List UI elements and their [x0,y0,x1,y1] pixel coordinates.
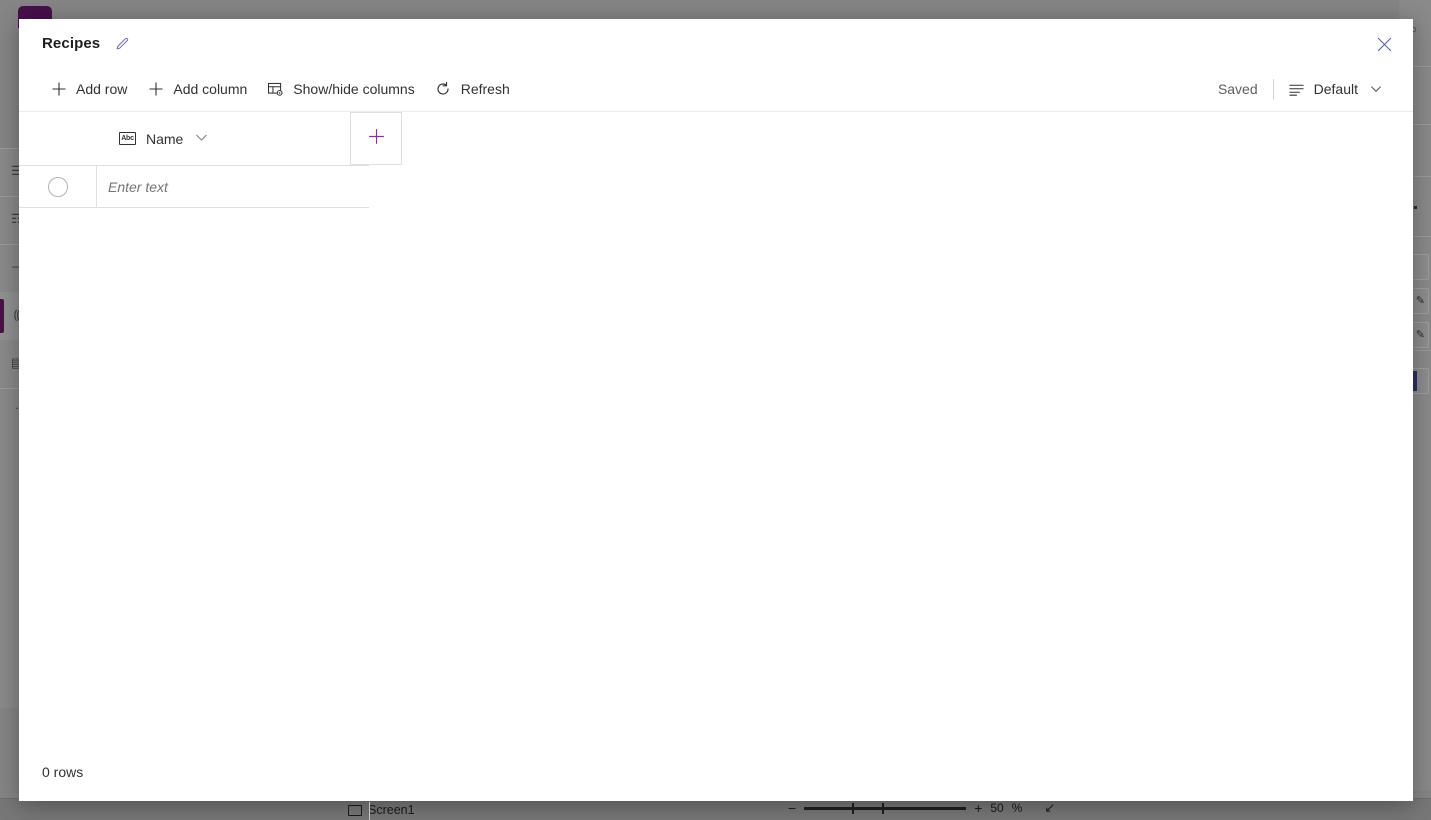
pencil-icon[interactable]: ✎ [1416,330,1425,341]
add-column-label: Add column [173,81,248,97]
dialog-toolbar: Add row Add column Show/hide columns Ref… [19,67,1413,112]
pencil-icon[interactable] [114,34,132,52]
cell-name[interactable] [96,166,369,207]
row-select-circle-icon [47,176,68,197]
refresh-icon [435,81,452,98]
plus-icon [367,127,386,151]
add-row-label: Add row [76,81,128,97]
zoom-value: 50 [990,801,1004,815]
zoom-slider-thumb[interactable] [852,802,855,814]
zoom-controls: − + 50 % ↙ [788,800,1055,816]
saved-status: Saved [1217,81,1258,97]
view-label: Default [1313,81,1358,97]
dialog-footer: 0 rows [19,743,1413,801]
fit-to-screen-icon[interactable]: ↙ [1044,800,1055,816]
dialog-header: Recipes [19,19,1413,67]
add-column-button[interactable]: Add column [137,72,257,106]
background-status-bar [0,798,1431,820]
grid-new-row [19,165,369,208]
zoom-slider[interactable] [804,802,967,814]
grid-header-spacer [19,112,96,165]
grid-column-resize-handle[interactable] [369,802,370,820]
grid-header-row: Abc Name [19,112,1413,165]
plus-icon [147,81,164,98]
column-header-label: Name [146,130,184,147]
zoom-unit: % [1011,801,1023,815]
add-column-grid-button[interactable] [350,112,402,165]
zoom-slider-mark [882,802,885,814]
screen-selector[interactable]: Screen1 [348,803,415,817]
data-grid: Abc Name Enter text 0 rows [19,112,1413,820]
chevron-down-icon[interactable] [195,131,208,147]
table-settings-icon [267,81,284,98]
close-icon[interactable] [1369,30,1399,58]
row-selector[interactable] [19,166,96,207]
name-input[interactable] [108,178,369,195]
show-hide-columns-label: Show/hide columns [293,81,415,97]
column-header-name[interactable]: Abc Name [96,112,350,165]
toolbar-right-group: Saved Default [1218,72,1393,106]
list-lines-icon [1288,81,1305,98]
refresh-button[interactable]: Refresh [425,72,520,106]
text-type-icon: Abc [119,132,136,145]
refresh-label: Refresh [460,81,510,97]
view-selector-button[interactable]: Default [1274,72,1393,106]
screen-rect-icon [348,804,362,816]
rail-active-indicator [0,299,4,333]
page-title: Recipes [42,34,101,52]
pencil-icon[interactable]: ✎ [1416,296,1425,307]
show-hide-columns-button[interactable]: Show/hide columns [257,72,424,106]
zoom-in-button[interactable]: + [974,801,982,815]
recipes-table-dialog: Recipes Add row Add column Show/hide col… [19,19,1413,820]
plus-icon [50,81,67,98]
row-count-label: 0 rows [42,764,84,780]
add-row-button[interactable]: Add row [40,72,137,106]
chevron-down-icon [1367,81,1384,98]
zoom-out-button[interactable]: − [788,801,796,815]
screen-label: Screen1 [368,803,415,817]
background-panel-dot [1414,206,1417,209]
